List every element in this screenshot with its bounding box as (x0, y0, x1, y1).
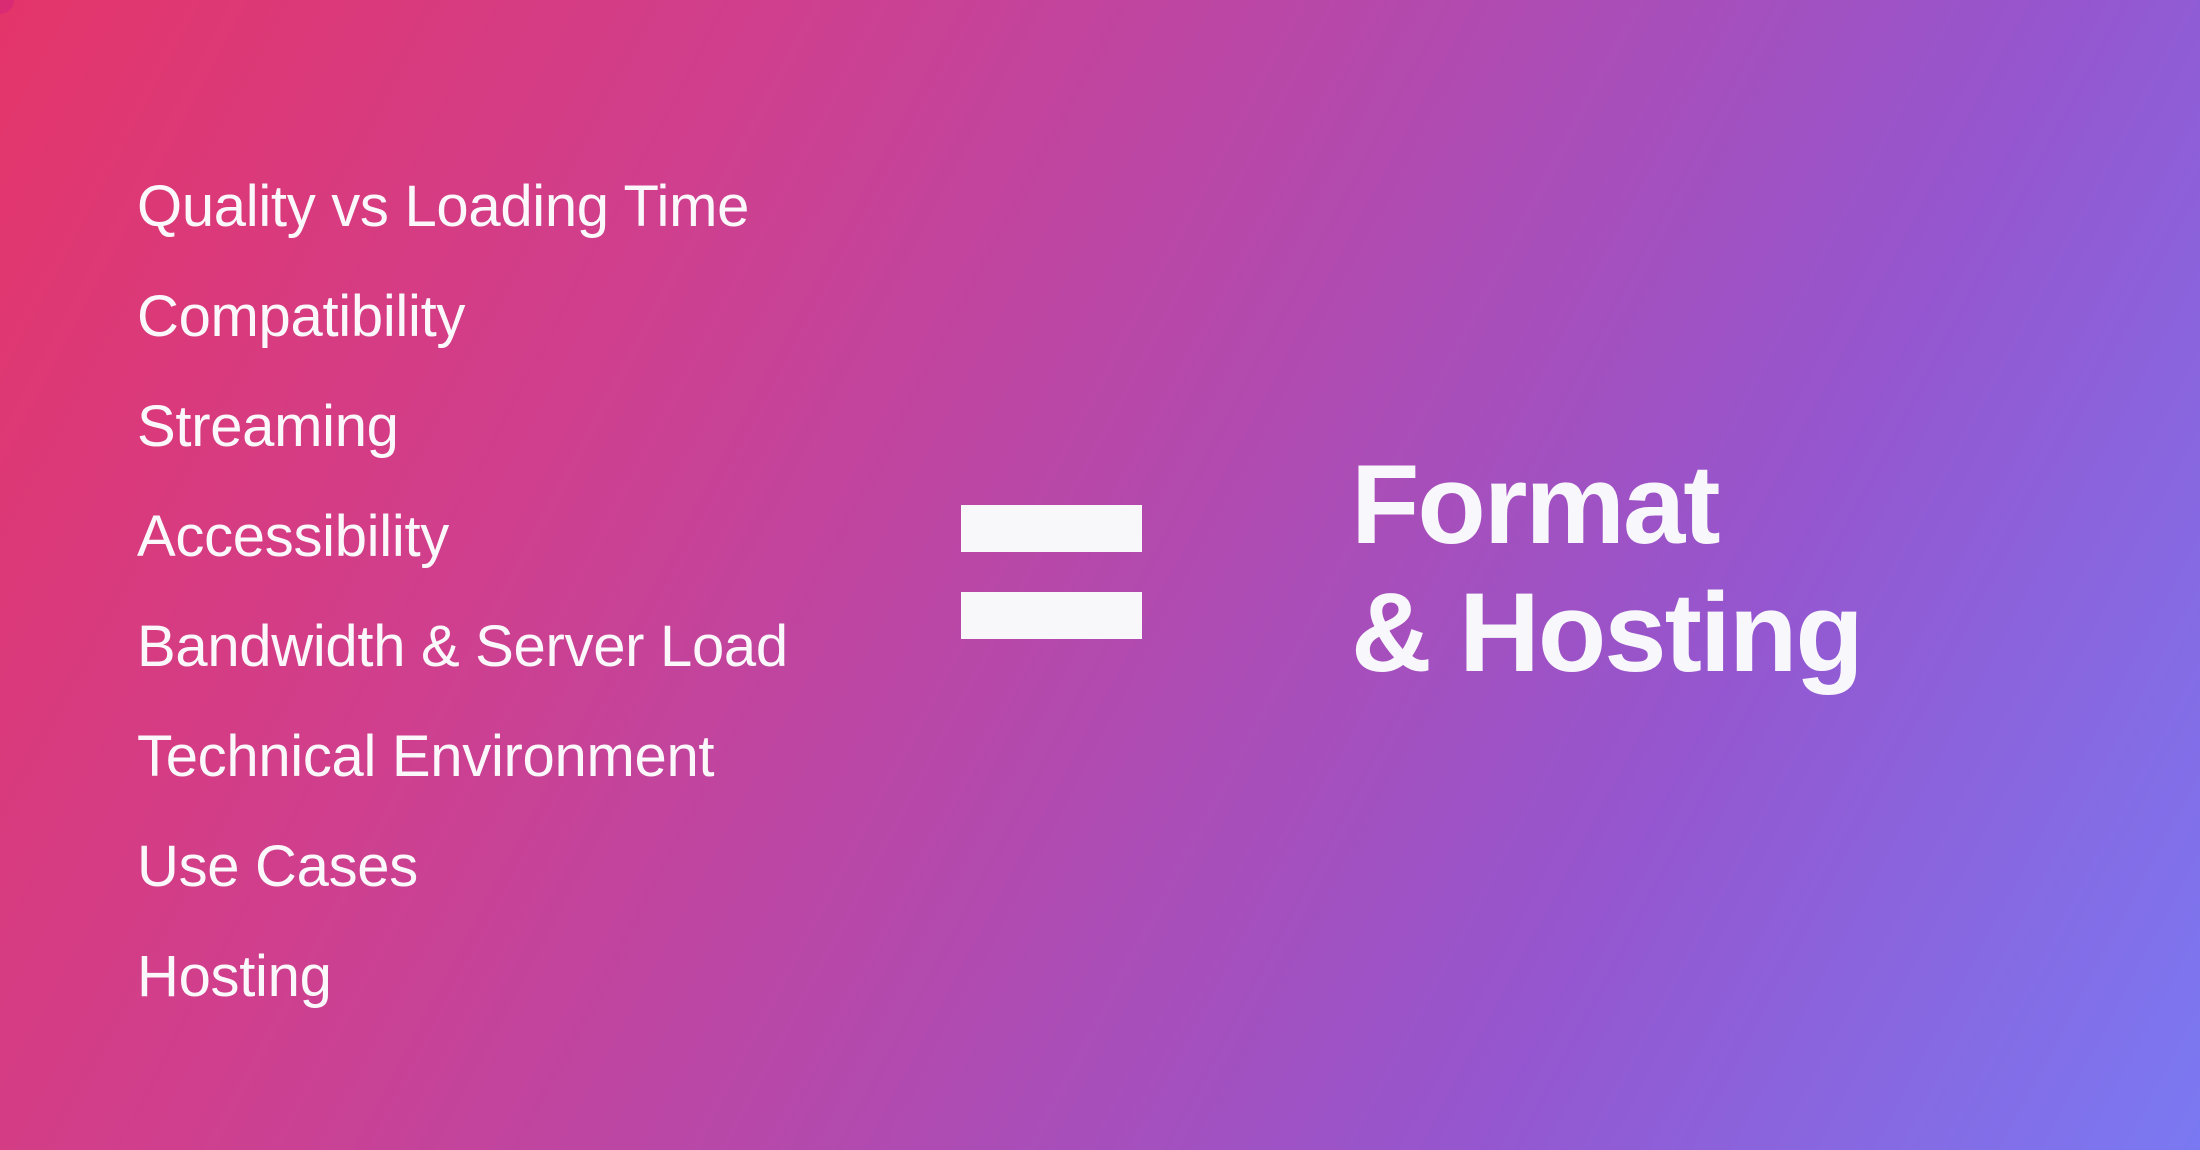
topic-item: Accessibility (137, 504, 449, 569)
topic-item: Technical Environment (137, 724, 715, 789)
topic-item: Compatibility (137, 284, 466, 349)
topic-item: Bandwidth & Server Load (137, 614, 788, 679)
equals-bar-top (961, 505, 1142, 552)
equals-bar-bottom (961, 592, 1142, 639)
topic-item: Use Cases (137, 834, 418, 899)
equals-icon (961, 505, 1142, 639)
topic-item: Hosting (137, 944, 332, 1009)
topic-item: Streaming (137, 394, 399, 459)
topic-item: Quality vs Loading Time (137, 174, 750, 239)
title-line-1: Format (1351, 442, 1721, 567)
title-line-2: & Hosting (1351, 570, 1864, 695)
topic-list: Quality vs Loading Time Compatibility St… (137, 152, 788, 1032)
corner-decoration (0, 0, 14, 14)
slide-title: Format & Hosting (1351, 441, 1864, 697)
